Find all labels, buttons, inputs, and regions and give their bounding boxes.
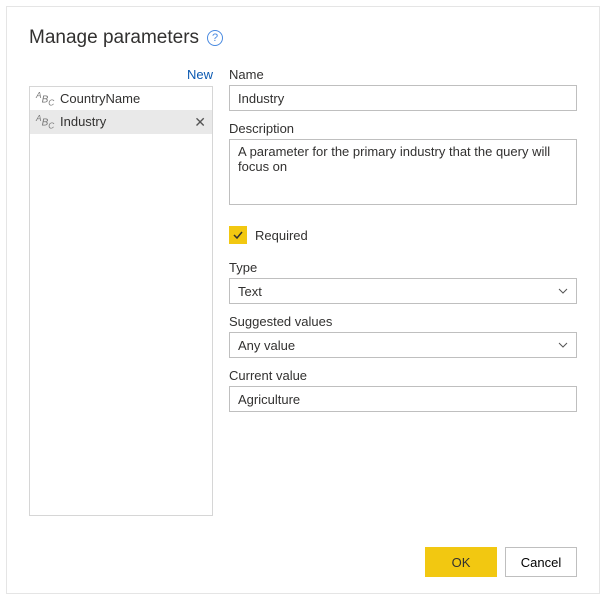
current-value-input[interactable] [229,386,577,412]
suggested-select[interactable]: Any value [229,332,577,358]
dialog-header: Manage parameters ? [29,27,577,49]
list-item[interactable]: ABC CountryName [30,87,212,110]
name-label: Name [229,67,577,82]
type-label: Type [229,260,577,275]
name-input[interactable] [229,85,577,111]
suggested-value: Any value [238,338,295,353]
dialog-buttons: OK Cancel [425,547,577,577]
description-textarea[interactable] [229,139,577,205]
type-select[interactable]: Text [229,278,577,304]
suggested-field-group: Suggested values Any value [229,314,577,358]
ok-button[interactable]: OK [425,547,497,577]
list-item[interactable]: ABC Industry ✕ [30,110,212,133]
param-name-label: CountryName [60,91,206,106]
help-icon[interactable]: ? [207,30,223,46]
required-checkbox[interactable] [229,226,247,244]
cancel-button[interactable]: Cancel [505,547,577,577]
dialog-content: New ABC CountryName ABC Industry ✕ Name [29,67,577,516]
text-type-icon: ABC [36,113,54,130]
right-column: Name Description Required Type Text [229,67,577,516]
suggested-label: Suggested values [229,314,577,329]
new-parameter-link[interactable]: New [29,67,213,82]
checkmark-icon [232,229,244,241]
text-type-icon: ABC [36,90,54,107]
current-value-field-group: Current value [229,368,577,412]
current-value-label: Current value [229,368,577,383]
chevron-down-icon [558,286,568,297]
parameter-list: ABC CountryName ABC Industry ✕ [29,86,213,516]
dialog-title: Manage parameters [29,27,199,49]
description-label: Description [229,121,577,136]
type-value: Text [238,284,262,299]
type-field-group: Type Text [229,260,577,304]
description-field-group: Description [229,121,577,208]
required-label: Required [255,228,308,243]
required-field-group: Required [229,226,577,244]
manage-parameters-dialog: Manage parameters ? New ABC CountryName … [6,6,600,594]
name-field-group: Name [229,67,577,111]
chevron-down-icon [558,340,568,351]
close-icon[interactable]: ✕ [194,115,206,129]
param-name-label: Industry [60,114,188,129]
left-column: New ABC CountryName ABC Industry ✕ [29,67,213,516]
